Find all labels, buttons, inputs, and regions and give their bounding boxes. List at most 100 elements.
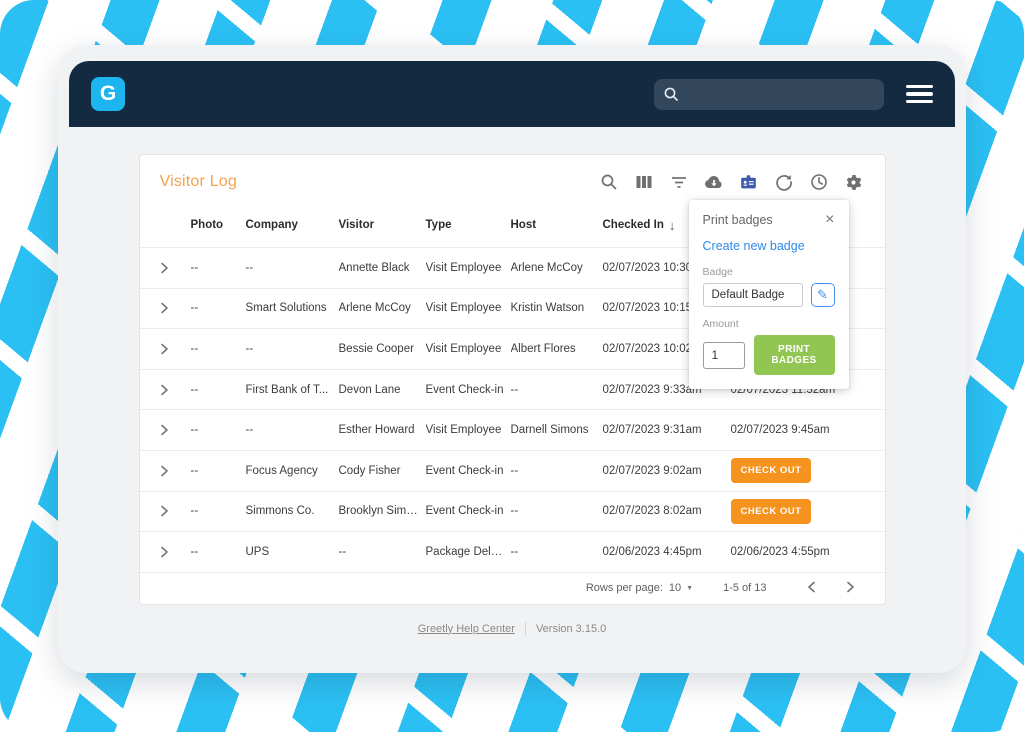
cell-visitor: Arlene McCoy bbox=[339, 302, 426, 314]
cell-visitor: Esther Howard bbox=[339, 424, 426, 436]
app-window: G Visitor Log PhotoCompanyVisitorTypeHos… bbox=[58, 45, 966, 673]
cell-type: Visit Employee bbox=[426, 302, 511, 314]
history-clock-icon[interactable] bbox=[808, 171, 830, 193]
cell-checked-in: 02/07/2023 9:31am bbox=[603, 424, 731, 436]
cell-company: -- bbox=[246, 343, 339, 355]
column-header-type[interactable]: Type bbox=[426, 219, 511, 231]
chevron-down-icon: ▼ bbox=[686, 585, 693, 592]
settings-gear-icon[interactable] bbox=[843, 171, 865, 193]
sort-descending-icon: ↓ bbox=[669, 218, 676, 233]
print-badges-popup: Print badges × Create new badge Badge De… bbox=[689, 200, 849, 389]
badge-select[interactable]: Default Badge bbox=[703, 283, 803, 307]
rows-per-page-value: 10 bbox=[669, 582, 681, 594]
cell-host: Kristin Watson bbox=[511, 302, 603, 314]
next-page-button[interactable] bbox=[834, 577, 867, 600]
cell-type: Event Check-in bbox=[426, 505, 511, 517]
cell-visitor: -- bbox=[339, 546, 426, 558]
search-icon bbox=[663, 86, 680, 103]
rows-per-page-select[interactable]: 10 ▼ bbox=[669, 582, 693, 594]
cell-company: -- bbox=[246, 262, 339, 274]
cell-visitor: Bessie Cooper bbox=[339, 343, 426, 355]
cell-checked-out: CHECK OUT bbox=[731, 458, 865, 483]
cell-type: Event Check-in bbox=[426, 384, 511, 396]
expand-row-button[interactable] bbox=[160, 424, 191, 436]
column-header-host[interactable]: Host bbox=[511, 219, 603, 231]
cell-type: Visit Employee bbox=[426, 343, 511, 355]
cell-photo: -- bbox=[191, 343, 246, 355]
cell-host: Albert Flores bbox=[511, 343, 603, 355]
close-icon[interactable]: × bbox=[825, 212, 834, 228]
expand-row-button[interactable] bbox=[160, 546, 191, 558]
pencil-icon: ✎ bbox=[817, 287, 828, 303]
app-bar: G bbox=[69, 61, 955, 127]
cell-company: Simmons Co. bbox=[246, 505, 339, 517]
expand-row-button[interactable] bbox=[160, 262, 191, 274]
check-out-button[interactable]: CHECK OUT bbox=[731, 499, 812, 524]
column-header-company[interactable]: Company bbox=[246, 219, 339, 231]
cell-type: Event Check-in bbox=[426, 465, 511, 477]
cell-photo: -- bbox=[191, 505, 246, 517]
columns-icon[interactable] bbox=[633, 171, 655, 193]
search-icon[interactable] bbox=[598, 171, 620, 193]
cell-photo: -- bbox=[191, 384, 246, 396]
table-row: -- Simmons Co. Brooklyn Simmons Event Ch… bbox=[140, 491, 885, 532]
cell-company: Focus Agency bbox=[246, 465, 339, 477]
expand-row-button[interactable] bbox=[160, 465, 191, 477]
cell-type: Package Delivery bbox=[426, 546, 511, 558]
check-out-button[interactable]: CHECK OUT bbox=[731, 458, 812, 483]
cell-visitor: Brooklyn Simmons bbox=[339, 505, 426, 517]
cell-type: Visit Employee bbox=[426, 262, 511, 274]
cell-photo: -- bbox=[191, 302, 246, 314]
card-header: Visitor Log bbox=[140, 155, 885, 203]
main-content: Visitor Log PhotoCompanyVisitorTypeHost C… bbox=[58, 127, 966, 636]
cell-host: Darnell Simons bbox=[511, 424, 603, 436]
cell-checked-in: 02/07/2023 9:02am bbox=[603, 465, 731, 477]
cell-visitor: Annette Black bbox=[339, 262, 426, 274]
cell-host: -- bbox=[511, 384, 603, 396]
cell-host: -- bbox=[511, 546, 603, 558]
print-badge-icon[interactable] bbox=[738, 171, 760, 193]
global-search-input[interactable] bbox=[654, 79, 884, 110]
cell-visitor: Devon Lane bbox=[339, 384, 426, 396]
decorative-striped-background: G Visitor Log PhotoCompanyVisitorTypeHos… bbox=[0, 0, 1024, 732]
menu-button[interactable] bbox=[906, 81, 933, 108]
edit-badge-button[interactable]: ✎ bbox=[811, 283, 835, 307]
cell-checked-out: 02/07/2023 9:45am bbox=[731, 424, 865, 436]
page-title: Visitor Log bbox=[160, 173, 238, 191]
cell-photo: -- bbox=[191, 424, 246, 436]
create-new-badge-link[interactable]: Create new badge bbox=[703, 239, 805, 253]
expand-row-button[interactable] bbox=[160, 343, 191, 355]
table-row: -- -- Esther Howard Visit Employee Darne… bbox=[140, 409, 885, 450]
table-row: -- Focus Agency Cody Fisher Event Check-… bbox=[140, 450, 885, 491]
print-badges-button[interactable]: PRINT BADGES bbox=[754, 335, 835, 375]
popup-title: Print badges bbox=[703, 213, 773, 227]
pagination-range: 1-5 of 13 bbox=[723, 582, 766, 594]
amount-input[interactable] bbox=[703, 342, 745, 369]
column-header-visitor[interactable]: Visitor bbox=[339, 219, 426, 231]
cell-visitor: Cody Fisher bbox=[339, 465, 426, 477]
cloud-download-icon[interactable] bbox=[703, 171, 725, 193]
greetly-logo[interactable]: G bbox=[91, 77, 125, 111]
previous-page-button[interactable] bbox=[795, 577, 828, 600]
expand-row-button[interactable] bbox=[160, 302, 191, 314]
column-header-photo[interactable]: Photo bbox=[191, 219, 246, 231]
cell-company: Smart Solutions bbox=[246, 302, 339, 314]
cell-checked-in: 02/07/2023 8:02am bbox=[603, 505, 731, 517]
cell-host: -- bbox=[511, 505, 603, 517]
help-center-link[interactable]: Greetly Help Center bbox=[418, 623, 515, 635]
table-toolbar bbox=[598, 171, 865, 193]
cell-photo: -- bbox=[191, 262, 246, 274]
expand-row-button[interactable] bbox=[160, 505, 191, 517]
refresh-icon[interactable] bbox=[773, 171, 795, 193]
page-footer: Greetly Help Center Version 3.15.0 bbox=[58, 622, 966, 636]
version-label: Version 3.15.0 bbox=[536, 623, 606, 635]
cell-host: Arlene McCoy bbox=[511, 262, 603, 274]
cell-checked-in: 02/06/2023 4:45pm bbox=[603, 546, 731, 558]
badge-field-label: Badge bbox=[703, 266, 835, 278]
cell-photo: -- bbox=[191, 465, 246, 477]
cell-host: -- bbox=[511, 465, 603, 477]
cell-photo: -- bbox=[191, 546, 246, 558]
filter-icon[interactable] bbox=[668, 171, 690, 193]
amount-field-label: Amount bbox=[703, 318, 835, 330]
expand-row-button[interactable] bbox=[160, 384, 191, 396]
